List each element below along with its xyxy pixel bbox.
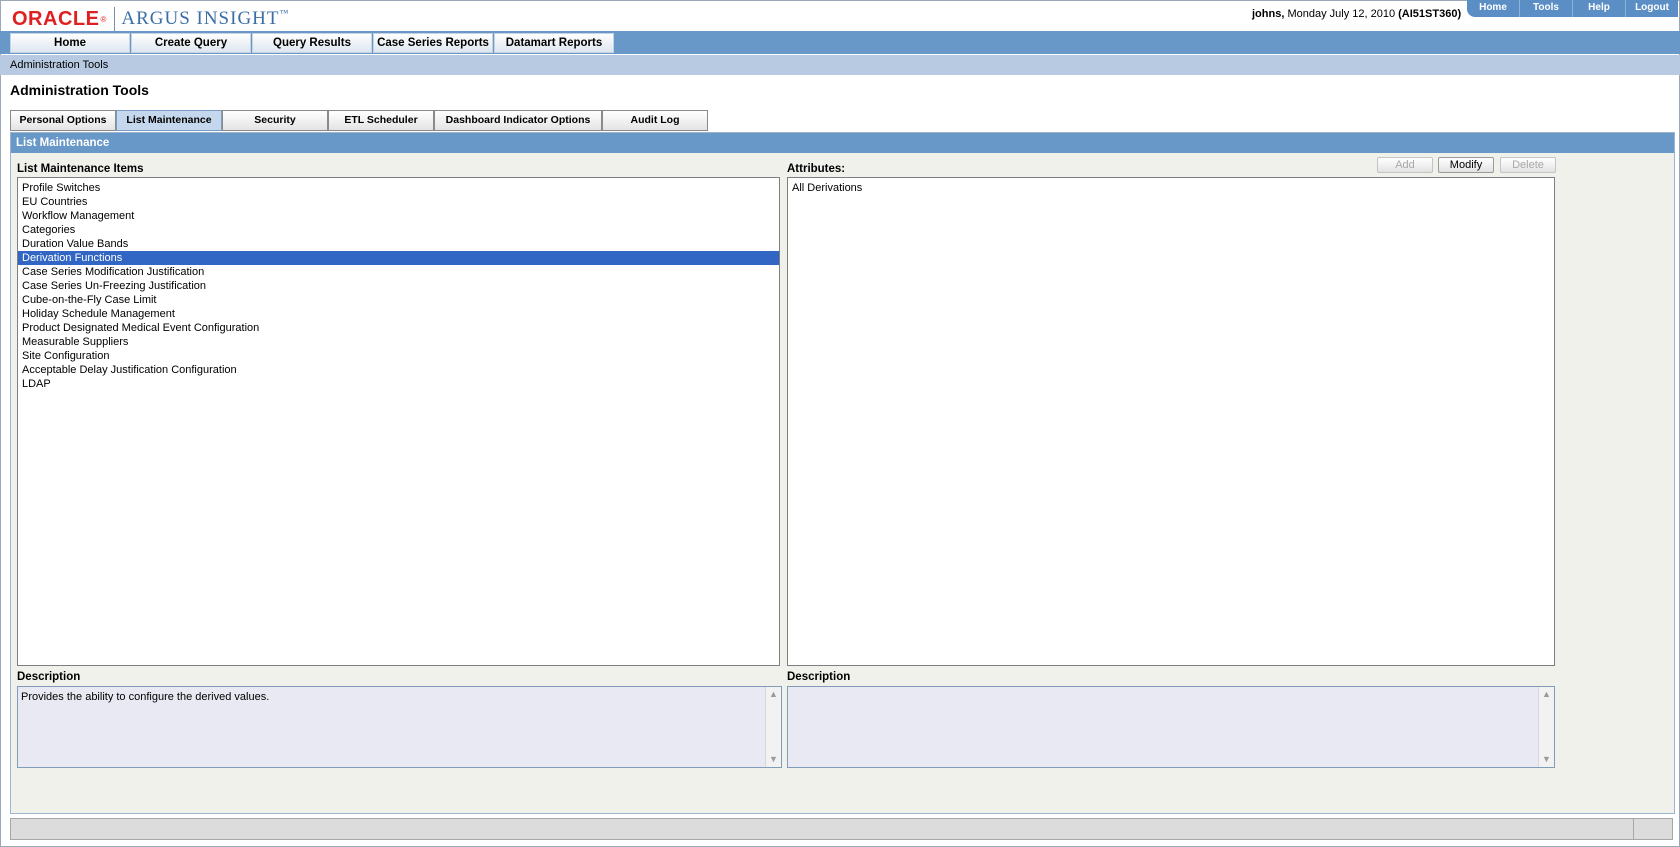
scroll-up-arrow-icon[interactable]: ▲ xyxy=(766,687,781,702)
list-item[interactable]: Duration Value Bands xyxy=(18,237,779,251)
top-link-logout[interactable]: Logout xyxy=(1625,0,1678,17)
list-item[interactable]: Profile Switches xyxy=(18,181,779,195)
scroll-down-arrow-icon[interactable]: ▼ xyxy=(1539,752,1554,767)
list-item[interactable]: LDAP xyxy=(18,377,779,391)
breadcrumb-bar: Administration Tools xyxy=(0,55,1680,75)
list-item[interactable]: Measurable Suppliers xyxy=(18,335,779,349)
section-title: List Maintenance xyxy=(11,133,1674,153)
left-description-field[interactable]: Provides the ability to configure the de… xyxy=(17,686,782,768)
list-item-selected[interactable]: Derivation Functions xyxy=(18,251,779,265)
top-link-home[interactable]: Home xyxy=(1467,0,1519,17)
attributes-label: Attributes: xyxy=(787,163,846,175)
logo: ORACLE ® ARGUS INSIGHT™ xyxy=(12,6,289,32)
tab-personal-options[interactable]: Personal Options xyxy=(10,110,116,131)
right-description-scrollbar[interactable]: ▲ ▼ xyxy=(1538,687,1554,767)
list-item[interactable]: Categories xyxy=(18,223,779,237)
scroll-up-arrow-icon[interactable]: ▲ xyxy=(1539,687,1554,702)
tab-etl-scheduler[interactable]: ETL Scheduler xyxy=(328,110,434,131)
oracle-registered-mark: ® xyxy=(100,14,107,24)
delete-button[interactable]: Delete xyxy=(1500,157,1556,173)
tab-list-maintenance[interactable]: List Maintenance xyxy=(116,110,222,131)
list-item[interactable]: Cube-on-the-Fly Case Limit xyxy=(18,293,779,307)
list-item[interactable]: Product Designated Medical Event Configu… xyxy=(18,321,779,335)
tab-audit-log[interactable]: Audit Log xyxy=(602,110,708,131)
list-maintenance-items-list[interactable]: Profile Switches EU Countries Workflow M… xyxy=(17,177,780,666)
user-session-info: johns, Monday July 12, 2010 (AI51ST360) xyxy=(1252,8,1461,20)
top-link-help[interactable]: Help xyxy=(1572,0,1625,17)
top-links: Home Tools Help Logout xyxy=(1467,0,1678,17)
list-item[interactable]: Holiday Schedule Management xyxy=(18,307,779,321)
list-item[interactable]: Acceptable Delay Justification Configura… xyxy=(18,363,779,377)
page-title: Administration Tools xyxy=(10,82,149,98)
list-items-label: List Maintenance Items xyxy=(17,163,144,175)
list-maintenance-section: List Maintenance List Maintenance Items … xyxy=(10,132,1675,814)
nav-create-query-button[interactable]: Create Query xyxy=(131,33,251,53)
product-trademark: ™ xyxy=(279,8,290,18)
attributes-list[interactable]: All Derivations xyxy=(787,177,1555,666)
current-date: Monday July 12, 2010 xyxy=(1284,8,1399,20)
scroll-down-arrow-icon[interactable]: ▼ xyxy=(766,752,781,767)
nav-query-results-button[interactable]: Query Results xyxy=(252,33,372,53)
tab-security[interactable]: Security xyxy=(222,110,328,131)
nav-datamart-reports-button[interactable]: Datamart Reports xyxy=(494,33,614,53)
attribute-item[interactable]: All Derivations xyxy=(788,181,1554,195)
right-description-field[interactable]: ▲ ▼ xyxy=(787,686,1555,768)
list-item[interactable]: Site Configuration xyxy=(18,349,779,363)
list-item[interactable]: Case Series Un-Freezing Justification xyxy=(18,279,779,293)
right-description-label: Description xyxy=(787,671,851,683)
add-button[interactable]: Add xyxy=(1377,157,1433,173)
left-description-label: Description xyxy=(17,671,81,683)
status-bar-cell xyxy=(1633,819,1674,839)
nav-home-button[interactable]: Home xyxy=(10,33,130,53)
left-description-scrollbar[interactable]: ▲ ▼ xyxy=(765,687,781,767)
product-name-text: ARGUS INSIGHT xyxy=(121,8,280,29)
product-name: ARGUS INSIGHT™ xyxy=(121,8,289,30)
modify-button[interactable]: Modify xyxy=(1438,157,1494,173)
breadcrumb: Administration Tools xyxy=(10,59,109,71)
logo-divider xyxy=(114,7,116,31)
list-item[interactable]: Case Series Modification Justification xyxy=(18,265,779,279)
status-bar xyxy=(10,818,1673,840)
nav-case-series-reports-button[interactable]: Case Series Reports xyxy=(373,33,493,53)
tab-dashboard-indicator-options[interactable]: Dashboard Indicator Options xyxy=(434,110,602,131)
main-nav: Home Create Query Query Results Case Ser… xyxy=(0,31,1680,54)
user-name: johns, xyxy=(1252,8,1285,20)
left-description-text: Provides the ability to configure the de… xyxy=(21,691,270,703)
list-item[interactable]: Workflow Management xyxy=(18,209,779,223)
oracle-logo-text: ORACLE xyxy=(12,7,100,30)
list-item[interactable]: EU Countries xyxy=(18,195,779,209)
server-name: (AI51ST360) xyxy=(1398,8,1462,20)
top-link-tools[interactable]: Tools xyxy=(1519,0,1572,17)
